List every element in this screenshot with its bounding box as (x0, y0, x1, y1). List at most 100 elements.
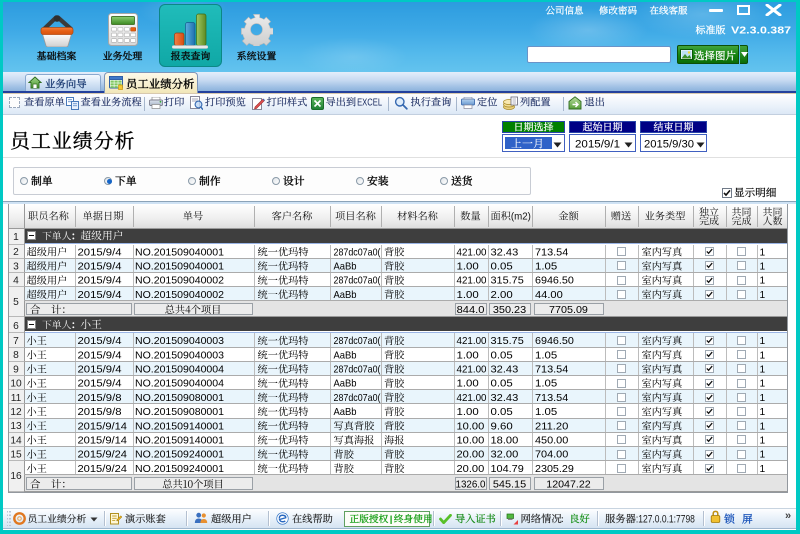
svg-text:NO.201509040003: NO.201509040003 (135, 350, 224, 361)
svg-text:0.05: 0.05 (491, 379, 514, 390)
svg-text:2015/9/4: 2015/9/4 (78, 379, 122, 390)
svg-text:1: 1 (760, 379, 766, 390)
svg-text:14: 14 (10, 435, 22, 446)
svg-text:844.0: 844.0 (457, 305, 485, 316)
svg-text:AaBb: AaBb (334, 350, 357, 361)
svg-text:3: 3 (13, 261, 19, 272)
svg-text:13: 13 (10, 421, 22, 432)
svg-text:287dc07a0(: 287dc07a0( (334, 247, 382, 258)
svg-text:287dc07a0(: 287dc07a0( (334, 393, 382, 404)
svg-text:2015/9/8: 2015/9/8 (78, 407, 122, 418)
svg-text:NO.201509080001: NO.201509080001 (135, 393, 224, 404)
svg-text:2015/9/4: 2015/9/4 (78, 290, 122, 301)
svg-text:NO.201509040002: NO.201509040002 (135, 290, 224, 301)
svg-text:9: 9 (13, 364, 19, 375)
svg-text:2015/9/4: 2015/9/4 (78, 350, 122, 361)
svg-text:1.00: 1.00 (457, 262, 480, 273)
svg-text:1: 1 (760, 365, 766, 376)
svg-text:AaBb: AaBb (334, 290, 357, 301)
svg-text:8: 8 (13, 350, 19, 361)
svg-text:450.00: 450.00 (535, 436, 569, 447)
svg-text:NO.201509040004: NO.201509040004 (135, 365, 224, 376)
svg-text:421.00: 421.00 (457, 336, 487, 347)
svg-text:|: | (390, 514, 393, 525)
svg-text:104.79: 104.79 (491, 464, 525, 475)
svg-text:2015/9/14: 2015/9/14 (78, 421, 128, 432)
svg-text:32.43: 32.43 (491, 247, 519, 258)
svg-text:6946.50: 6946.50 (535, 336, 574, 347)
svg-text:1326.0: 1326.0 (456, 480, 486, 491)
svg-text:1: 1 (760, 464, 766, 475)
svg-text:2015/9/4: 2015/9/4 (78, 276, 122, 287)
svg-text:2015/9/8: 2015/9/8 (78, 393, 122, 404)
svg-text:1.05: 1.05 (535, 262, 558, 273)
svg-text:2015/9/24: 2015/9/24 (78, 464, 128, 475)
svg-text:9.60: 9.60 (491, 421, 514, 432)
svg-text:10: 10 (10, 379, 22, 390)
svg-text:713.54: 713.54 (535, 247, 569, 258)
svg-text:1.00: 1.00 (457, 379, 480, 390)
svg-text:1.00: 1.00 (457, 407, 480, 418)
svg-text:287dc07a0(: 287dc07a0( (334, 276, 382, 287)
svg-text:»: » (785, 510, 791, 522)
svg-text:10.00: 10.00 (457, 436, 485, 447)
svg-text:NO.201509140001: NO.201509140001 (135, 421, 224, 432)
svg-text:16: 16 (10, 471, 22, 482)
svg-text:1: 1 (760, 290, 766, 301)
svg-text:10.00: 10.00 (457, 421, 485, 432)
svg-text:1: 1 (760, 450, 766, 461)
svg-text:12: 12 (10, 407, 22, 418)
svg-text:32.00: 32.00 (491, 450, 519, 461)
svg-text:1: 1 (760, 336, 766, 347)
svg-text:AaBb: AaBb (334, 262, 357, 273)
svg-text:32.43: 32.43 (491, 393, 519, 404)
svg-text:11: 11 (11, 393, 22, 404)
svg-text:NO.201509040004: NO.201509040004 (135, 379, 224, 390)
svg-text:315.75: 315.75 (491, 336, 525, 347)
svg-text:315.75: 315.75 (491, 276, 525, 287)
svg-text:5: 5 (13, 297, 19, 308)
svg-text:2015/9/30: 2015/9/30 (644, 139, 694, 151)
svg-text:2015/9/4: 2015/9/4 (78, 262, 122, 273)
svg-text:2015/9/24: 2015/9/24 (78, 450, 128, 461)
svg-text:421.00: 421.00 (457, 247, 487, 258)
svg-text:NO.201509040001: NO.201509040001 (135, 262, 224, 273)
svg-text:NO.201509140001: NO.201509140001 (135, 436, 224, 447)
svg-text:2015/9/14: 2015/9/14 (78, 436, 128, 447)
svg-text::127.0.0.1:7798: :127.0.0.1:7798 (636, 513, 695, 525)
svg-text:1: 1 (760, 350, 766, 361)
svg-text:NO.201509040002: NO.201509040002 (135, 276, 224, 287)
svg-text:704.00: 704.00 (535, 450, 569, 461)
svg-text:421.00: 421.00 (457, 365, 487, 376)
svg-text:0.05: 0.05 (491, 407, 514, 418)
svg-text:12047.22: 12047.22 (546, 480, 591, 491)
svg-text:V2.3.0.387: V2.3.0.387 (731, 25, 791, 37)
svg-text:713.54: 713.54 (535, 393, 569, 404)
svg-text:350.23: 350.23 (493, 305, 527, 316)
svg-text:1: 1 (760, 421, 766, 432)
svg-text:1: 1 (760, 262, 766, 273)
svg-text:4: 4 (13, 276, 19, 287)
svg-text:421.00: 421.00 (457, 393, 487, 404)
svg-text:0.05: 0.05 (491, 350, 514, 361)
svg-text:1: 1 (760, 407, 766, 418)
svg-text:20.00: 20.00 (457, 450, 485, 461)
svg-text:1: 1 (760, 247, 766, 258)
svg-text:1: 1 (760, 436, 766, 447)
svg-text:15: 15 (10, 450, 22, 461)
svg-text:1.05: 1.05 (535, 407, 558, 418)
svg-text:2015/9/4: 2015/9/4 (78, 336, 122, 347)
svg-text:2.00: 2.00 (491, 290, 514, 301)
svg-text:44.00: 44.00 (535, 290, 563, 301)
svg-text:421.00: 421.00 (457, 276, 487, 287)
svg-text:AaBb: AaBb (334, 407, 357, 418)
svg-text:713.54: 713.54 (535, 365, 569, 376)
svg-text:1.05: 1.05 (535, 379, 558, 390)
svg-text:NO.201509240001: NO.201509240001 (135, 464, 224, 475)
svg-text:7: 7 (13, 336, 19, 347)
svg-text:18.00: 18.00 (491, 436, 519, 447)
svg-text:6: 6 (13, 321, 19, 332)
svg-text:NO.201509080001: NO.201509080001 (135, 407, 224, 418)
svg-text:NO.201509040001: NO.201509040001 (135, 247, 224, 258)
svg-text:1: 1 (760, 393, 766, 404)
